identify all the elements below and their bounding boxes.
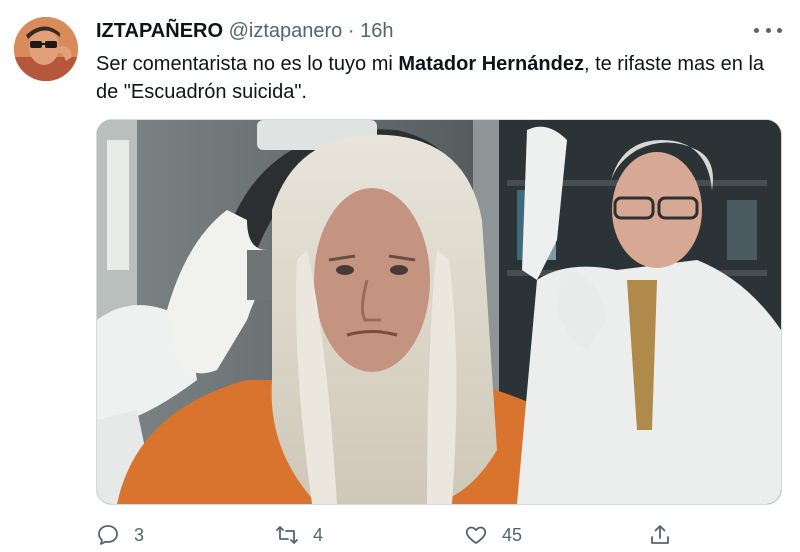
heart-icon <box>465 526 487 544</box>
tweet-header: IZTAPAÑERO @iztapanero · 16h <box>96 18 393 44</box>
tweet-image[interactable] <box>96 119 782 505</box>
reply-button[interactable]: 3 <box>96 520 144 550</box>
tweet-text: Ser comentarista no es lo tuyo mi Matado… <box>96 50 786 106</box>
share-button[interactable] <box>648 520 686 550</box>
retweet-count: 4 <box>313 524 324 545</box>
tweet: IZTAPAÑERO @iztapanero · 16h Ser comenta… <box>0 0 800 552</box>
like-count: 45 <box>502 524 523 545</box>
retweet-button[interactable]: 4 <box>275 520 323 550</box>
display-name[interactable]: IZTAPAÑERO <box>96 20 223 42</box>
separator: · <box>347 20 355 42</box>
handle[interactable]: @iztapanero <box>229 20 343 42</box>
timestamp[interactable]: 16h <box>360 20 393 42</box>
retweet-icon <box>276 526 298 544</box>
media-illustration <box>97 120 781 504</box>
reply-count: 3 <box>134 524 145 545</box>
tweet-text-start: Ser comentarista no es lo tuyo mi <box>96 53 399 75</box>
avatar[interactable] <box>14 17 78 81</box>
share-icon <box>651 525 669 544</box>
tweet-text-bold: Matador Hernández <box>398 53 584 75</box>
action-bar: 3 4 45 <box>96 520 686 550</box>
more-icon[interactable] <box>754 20 782 40</box>
reply-icon <box>98 525 118 545</box>
avatar-image <box>14 17 78 81</box>
like-button[interactable]: 45 <box>464 520 522 550</box>
